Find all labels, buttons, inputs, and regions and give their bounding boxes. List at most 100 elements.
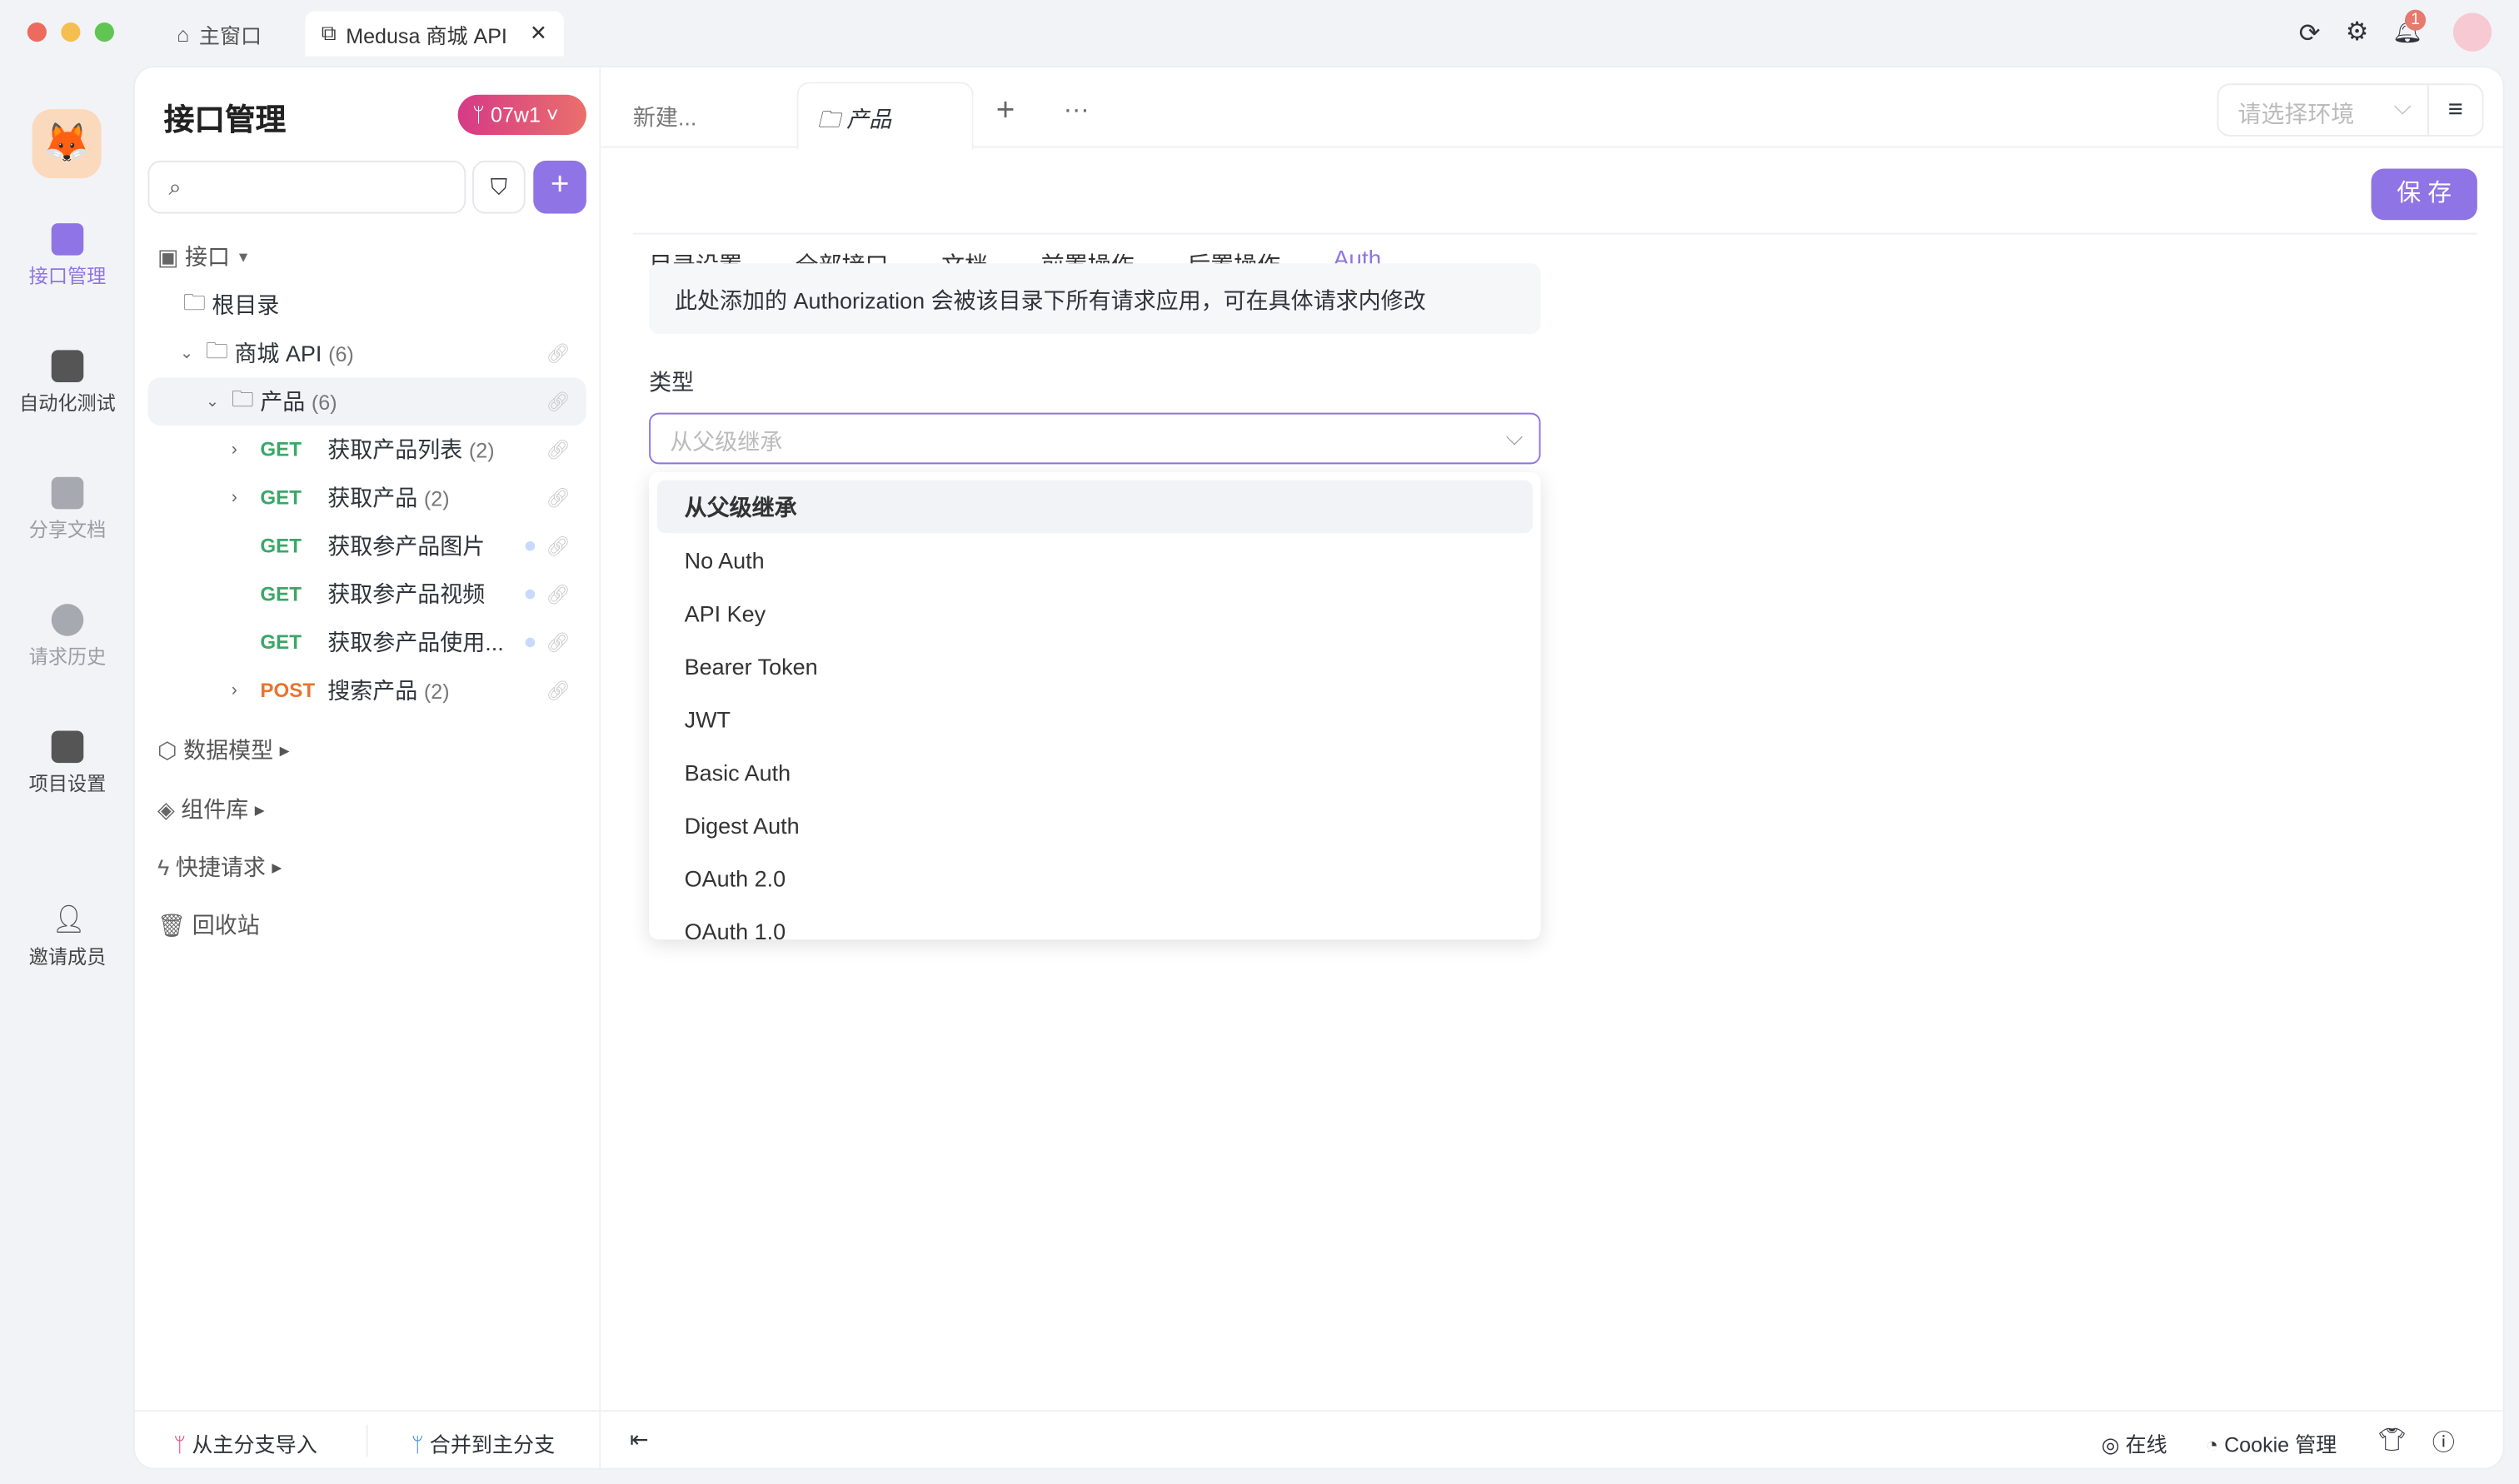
branch-selector[interactable]: ᛘ 07w1 ˅ [457, 94, 586, 135]
auth-option[interactable]: JWT [657, 692, 1533, 745]
more-icon[interactable]: ··· [1064, 97, 1090, 126]
shirt-icon[interactable]: 👕︎ [2377, 1427, 2406, 1454]
api-item[interactable]: › GET 获取产品列表 (2) 🔗︎ [147, 426, 586, 474]
chevron-right-icon: › [231, 440, 237, 460]
gear-icon[interactable]: ⚙ [2346, 16, 2369, 48]
search-input[interactable]: ⌕ [147, 160, 466, 214]
chevron-down-icon: ⌄ [179, 344, 194, 362]
link-icon[interactable]: 🔗︎ [546, 391, 570, 413]
link-icon[interactable]: 🔗︎ [546, 535, 570, 557]
cube-icon: ⬡ [157, 736, 177, 763]
minimize-window-button[interactable] [61, 22, 81, 42]
environment-select[interactable]: 请选择环境 ⌵ [2217, 83, 2429, 137]
api-item[interactable]: › POST 搜索产品 (2) 🔗︎ [147, 666, 586, 715]
rail-api-management[interactable]: 接口管理 [0, 223, 135, 289]
tree-folder[interactable]: ⌄ 🗀 商城 API (6) 🔗︎ [147, 329, 586, 377]
rail-project-settings[interactable]: 项目设置 [0, 730, 135, 796]
help-icon[interactable]: ⓘ [2432, 1427, 2455, 1459]
api-name: 获取参产品图片 [327, 533, 486, 560]
menu-button[interactable]: ≡ [2427, 83, 2484, 137]
api-item[interactable]: GET 获取参产品使用... 🔗︎ [147, 618, 586, 666]
trash-icon: 🗑︎ [157, 911, 187, 938]
link-icon[interactable]: 🔗︎ [546, 583, 570, 605]
refresh-icon[interactable]: ⟳ [2299, 17, 2321, 50]
link-icon[interactable]: 🔗︎ [546, 486, 570, 509]
project-logo[interactable]: 🦊 [32, 109, 102, 179]
sidebar: 接口管理 ᛘ 07w1 ˅ ⌕ ⛉ + ▣ 接口 ▼ 🗀 根目录 ⌄ 🗀 商城 A… [134, 67, 601, 1468]
link-icon[interactable]: 🔗︎ [546, 438, 570, 461]
rail-history[interactable]: 请求历史 [0, 604, 135, 670]
api-name: 搜索产品 [327, 677, 418, 704]
check-circle-icon: ◎ [2101, 1432, 2120, 1457]
type-label: 类型 [649, 369, 695, 396]
tab-medusa[interactable]: ⧉ Medusa 商城 API ✕ [305, 11, 564, 57]
tab-product[interactable]: 🗀 产品 [796, 82, 974, 150]
add-tab-button[interactable]: + [996, 93, 1015, 130]
auth-option[interactable]: OAuth 1.0 [657, 904, 1533, 939]
maximize-window-button[interactable] [94, 22, 114, 42]
api-name: 获取产品列表 [327, 436, 463, 463]
rail-automation[interactable]: 自动化测试 [0, 350, 135, 416]
online-status[interactable]: ◎ 在线 [2102, 1427, 2167, 1458]
link-icon[interactable]: 🔗︎ [546, 680, 570, 702]
collapse-sidebar-icon[interactable]: ⇤ [630, 1427, 649, 1454]
api-item[interactable]: GET 获取参产品图片 🔗︎ [147, 522, 586, 570]
unsaved-dot [525, 589, 536, 600]
add-user-icon: 👤︎ [51, 904, 87, 935]
tab-new[interactable]: 新建... [633, 101, 697, 133]
auth-option[interactable]: Basic Auth [657, 745, 1533, 799]
import-from-main-button[interactable]: ᛘ 从主分支导入 [173, 1427, 317, 1458]
sidebar-footer: ᛘ 从主分支导入 ᛘ 合并到主分支 [134, 1410, 600, 1467]
method-badge: POST [260, 679, 316, 702]
menu-icon: ≡ [2447, 96, 2463, 124]
tree-folder-selected[interactable]: ⌄ 🗀 产品 (6) 🔗︎ [147, 377, 586, 426]
folder-icon: 🗀 [205, 336, 228, 363]
filter-icon: ⛉ [490, 173, 507, 200]
auth-option[interactable]: OAuth 2.0 [657, 851, 1533, 904]
auth-option[interactable]: API Key [657, 586, 1533, 640]
api-name: 获取参产品使用... [327, 629, 504, 655]
cookie-manager-button[interactable]: ◔ Cookie 管理 [2206, 1427, 2337, 1458]
caret-right-icon: ▶ [254, 802, 265, 817]
close-icon[interactable]: ✕ [530, 21, 547, 47]
folder-icon: 🗀 [817, 106, 840, 132]
stack-icon [51, 350, 84, 382]
chevron-down-icon: ⌄ [205, 392, 220, 411]
status-bar: ⇤ ◎ 在线 ◔ Cookie 管理 👕︎ ⓘ [601, 1410, 2503, 1467]
method-badge: GET [260, 583, 302, 606]
api-item[interactable]: GET 获取参产品视频 🔗︎ [147, 570, 586, 619]
filter-button[interactable]: ⛉ [471, 160, 526, 214]
caret-right-icon: ▶ [272, 859, 282, 875]
section-components[interactable]: ◈ 组件库 ▶ [147, 785, 586, 834]
link-icon[interactable]: 🔗︎ [546, 342, 570, 365]
section-trash[interactable]: 🗑︎ 回收站 [147, 901, 586, 949]
rail-invite[interactable]: 👤︎ 邀请成员 [0, 904, 135, 970]
doc-icon [51, 476, 84, 510]
tree-root-api[interactable]: ▣ 接口 ▼ [147, 233, 586, 281]
add-button[interactable]: + [533, 160, 586, 214]
method-badge: GET [260, 486, 302, 510]
auth-option[interactable]: 从父级继承 [656, 480, 1533, 534]
auth-option[interactable]: Digest Auth [657, 798, 1533, 851]
rail-share-docs[interactable]: 分享文档 [0, 476, 135, 543]
link-icon[interactable]: 🔗︎ [546, 631, 570, 654]
merge-to-main-button[interactable]: ᛘ 合并到主分支 [412, 1427, 556, 1458]
section-data-models[interactable]: ⬡ 数据模型 ▶ [147, 726, 586, 774]
auth-notice: 此处添加的 Authorization 会被该目录下所有请求应用，可在具体请求内… [649, 263, 1541, 335]
auth-option[interactable]: Bearer Token [657, 640, 1533, 693]
close-window-button[interactable] [27, 22, 47, 42]
api-item[interactable]: › GET 获取产品 (2) 🔗︎ [147, 474, 586, 522]
auth-option[interactable]: No Auth [657, 533, 1533, 586]
avatar[interactable] [2452, 12, 2492, 52]
save-button[interactable]: 保 存 [2371, 168, 2477, 221]
sidebar-title: 接口管理 [163, 104, 287, 138]
clock-icon [51, 604, 84, 636]
api-icon [51, 223, 84, 256]
section-quick-requests[interactable]: ϟ 快捷请求 ▶ [147, 843, 586, 891]
chevron-down-icon: ⌵ [1505, 424, 1524, 450]
api-name: 获取产品 [327, 485, 418, 511]
auth-type-select[interactable]: 从父级继承 ⌵ [649, 412, 1541, 465]
tab-home[interactable]: ⌂ 主窗口 [177, 11, 262, 56]
tree-root-dir[interactable]: 🗀 根目录 [147, 281, 586, 329]
cookie-icon: ◔ [2205, 1432, 2219, 1457]
